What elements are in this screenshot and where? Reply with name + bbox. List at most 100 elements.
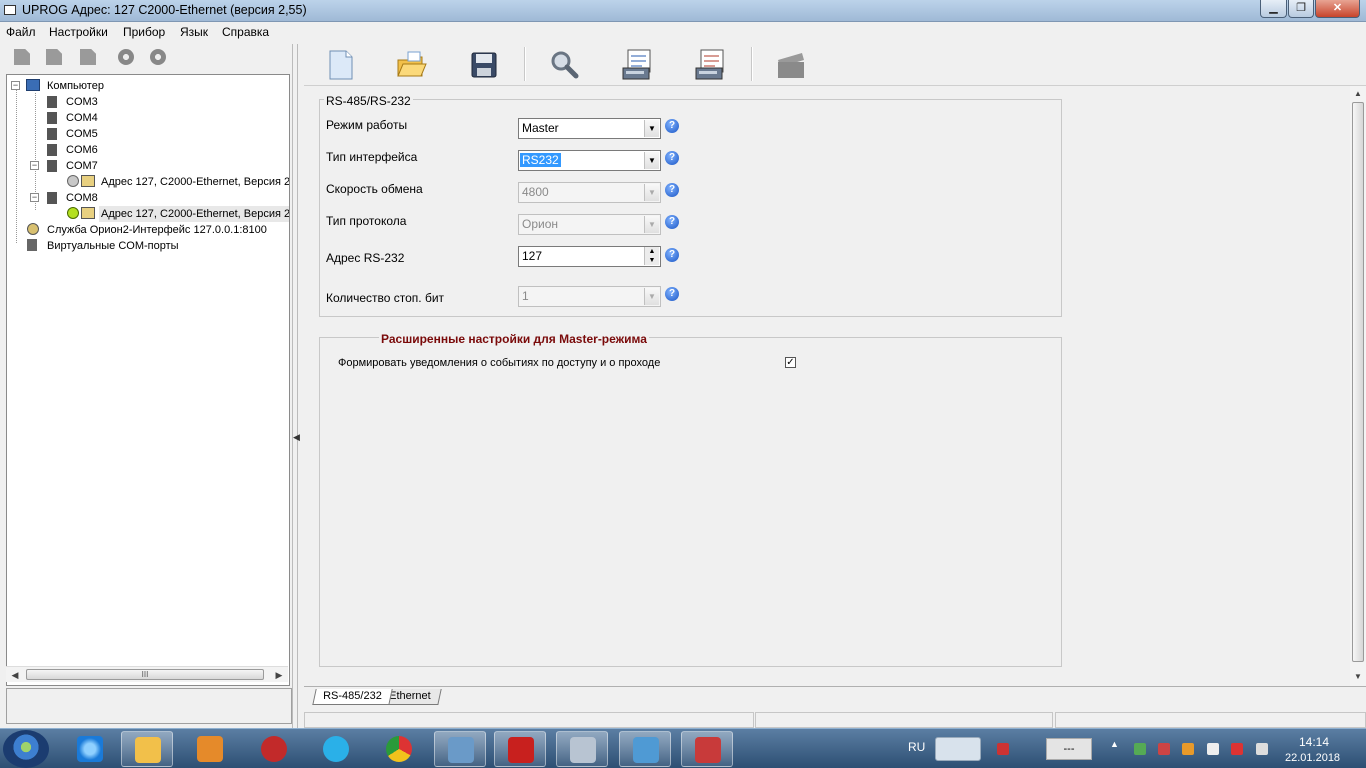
scroll-left-arrow-icon[interactable]: ◀ (8, 668, 22, 682)
tree-item-com6[interactable]: COM6 (66, 142, 98, 158)
scroll-thumb[interactable] (1352, 102, 1364, 662)
new-file-icon[interactable] (324, 48, 358, 82)
tree-item-virtual-ports[interactable]: Виртуальные COM-порты (47, 238, 179, 254)
protocol-type-value: Орион (522, 217, 559, 231)
taskbar-app-panel[interactable] (619, 731, 671, 767)
menu-language[interactable]: Язык (180, 25, 208, 39)
expand-computer-toggle[interactable]: − (11, 81, 20, 90)
chevron-down-icon[interactable]: ▼ (644, 152, 659, 169)
menu-device[interactable]: Прибор (123, 25, 165, 39)
settings-gear-icon[interactable] (118, 49, 134, 65)
device-disabled-icon[interactable] (774, 48, 808, 82)
tray-box[interactable]: --- (1046, 738, 1092, 760)
taskbar-media-player[interactable] (184, 731, 236, 767)
spin-down-icon[interactable]: ▼ (644, 256, 659, 265)
write-config-icon[interactable] (693, 48, 727, 82)
taskbar-image-viewer[interactable] (434, 731, 486, 767)
port-icon (47, 144, 57, 156)
device-green-icon (67, 207, 79, 219)
taskbar-uprog[interactable] (556, 731, 608, 767)
mode-select[interactable]: Master ▼ (518, 118, 661, 139)
access-events-label: Формировать уведомления о событиях по до… (338, 357, 661, 369)
protocol-type-select[interactable]: Орион ▼ (518, 214, 661, 235)
menu-help[interactable]: Справка (222, 25, 269, 39)
tree-item-service[interactable]: Служба Орион2-Интерфейс 127.0.0.1:8100 (47, 222, 267, 238)
search-magnifier-icon[interactable] (547, 48, 581, 82)
help-icon[interactable]: ? (665, 215, 679, 229)
status-pane (1055, 712, 1366, 728)
status-pane (755, 712, 1053, 728)
tree-item-com5[interactable]: COM5 (66, 126, 98, 142)
scroll-up-arrow-icon[interactable]: ▲ (1353, 89, 1363, 98)
security-icon[interactable] (1158, 743, 1170, 755)
taskbar-app-toolbox[interactable] (681, 731, 733, 767)
scroll-thumb[interactable]: III (26, 669, 264, 680)
restore-button[interactable]: ❐ (1288, 0, 1314, 18)
taskbar-acrobat[interactable] (494, 731, 546, 767)
language-bar-icon[interactable] (935, 737, 981, 761)
chevron-down-icon[interactable]: ▼ (644, 184, 659, 201)
stop-bits-label: Количество стоп. бит (326, 291, 445, 305)
show-hidden-icons-icon[interactable]: ▲ (1110, 739, 1122, 751)
menu-file[interactable]: Файл (6, 25, 36, 39)
advanced-gear-icon[interactable] (150, 49, 166, 65)
clock-time[interactable]: 14:14 (1299, 735, 1329, 749)
new-doc-icon[interactable] (14, 49, 30, 65)
expand-com8-toggle[interactable]: − (30, 193, 39, 202)
start-button[interactable] (3, 730, 49, 768)
battery-icon[interactable] (1207, 743, 1219, 755)
app-tray-icon[interactable] (1182, 743, 1194, 755)
read-config-icon[interactable] (620, 48, 654, 82)
tree-item-computer[interactable]: Компьютер (47, 78, 104, 94)
help-icon[interactable]: ? (665, 248, 679, 262)
open-doc-icon[interactable] (46, 49, 62, 65)
tree-item-com7[interactable]: COM7 (66, 158, 98, 174)
taskbar-ie[interactable] (64, 731, 116, 767)
tab-rs485-232[interactable]: RS-485/232 (312, 689, 393, 705)
rs232-address-spinner[interactable]: 127 ▲ ▼ (518, 246, 661, 267)
minimize-button[interactable]: ▁ (1260, 0, 1287, 18)
tree-item-com4[interactable]: COM4 (66, 110, 98, 126)
taskbar-chrome[interactable] (373, 731, 425, 767)
language-indicator[interactable]: RU (908, 740, 925, 754)
stop-bits-select[interactable]: 1 ▼ (518, 286, 661, 307)
tree-item-device-com8[interactable]: Адрес 127, С2000-Ethernet, Версия 2, (99, 206, 289, 222)
help-icon[interactable]: ? (665, 183, 679, 197)
clock-date[interactable]: 22.01.2018 (1285, 752, 1340, 764)
help-icon[interactable]: ? (665, 119, 679, 133)
taskbar-app-blue[interactable] (310, 731, 362, 767)
computer-icon (26, 79, 40, 91)
open-folder-icon[interactable] (394, 48, 428, 82)
taskbar-app-red[interactable] (248, 731, 300, 767)
tree-item-com3[interactable]: COM3 (66, 94, 98, 110)
usb-icon[interactable] (1134, 743, 1146, 755)
chevron-down-icon[interactable]: ▼ (644, 216, 659, 233)
help-icon[interactable]: ? (665, 151, 679, 165)
copy-doc-icon[interactable] (80, 49, 96, 65)
tree-horizontal-scrollbar[interactable]: ◀ III ▶ (6, 666, 288, 682)
signal-icon[interactable] (1231, 743, 1243, 755)
menu-settings[interactable]: Настройки (49, 25, 108, 39)
folder-icon (135, 737, 161, 763)
expand-com7-toggle[interactable]: − (30, 161, 39, 170)
collapse-arrow-icon[interactable]: ◀ (293, 432, 300, 443)
chevron-down-icon[interactable]: ▼ (644, 288, 659, 305)
tree-item-device-com7[interactable]: Адрес 127, С2000-Ethernet, Версия 2, (101, 174, 289, 190)
baud-rate-select[interactable]: 4800 ▼ (518, 182, 661, 203)
content-vertical-scrollbar[interactable]: ▲ ▼ (1350, 86, 1366, 686)
close-button[interactable]: ✕ (1315, 0, 1360, 18)
network-error-icon[interactable] (997, 743, 1009, 755)
taskbar-explorer[interactable] (121, 731, 173, 767)
volume-icon[interactable] (1256, 743, 1268, 755)
panel-app-icon (633, 737, 659, 763)
panel-splitter[interactable]: ◀ (292, 44, 300, 728)
save-disk-icon[interactable] (467, 48, 501, 82)
scroll-right-arrow-icon[interactable]: ▶ (272, 668, 286, 682)
spin-up-icon[interactable]: ▲ (644, 247, 659, 256)
help-icon[interactable]: ? (665, 287, 679, 301)
tree-item-com8[interactable]: COM8 (66, 190, 98, 206)
scroll-down-arrow-icon[interactable]: ▼ (1353, 672, 1363, 681)
chevron-down-icon[interactable]: ▼ (644, 120, 659, 137)
access-events-checkbox[interactable]: ✓ (785, 357, 796, 368)
interface-type-select[interactable]: RS232 ▼ (518, 150, 661, 171)
